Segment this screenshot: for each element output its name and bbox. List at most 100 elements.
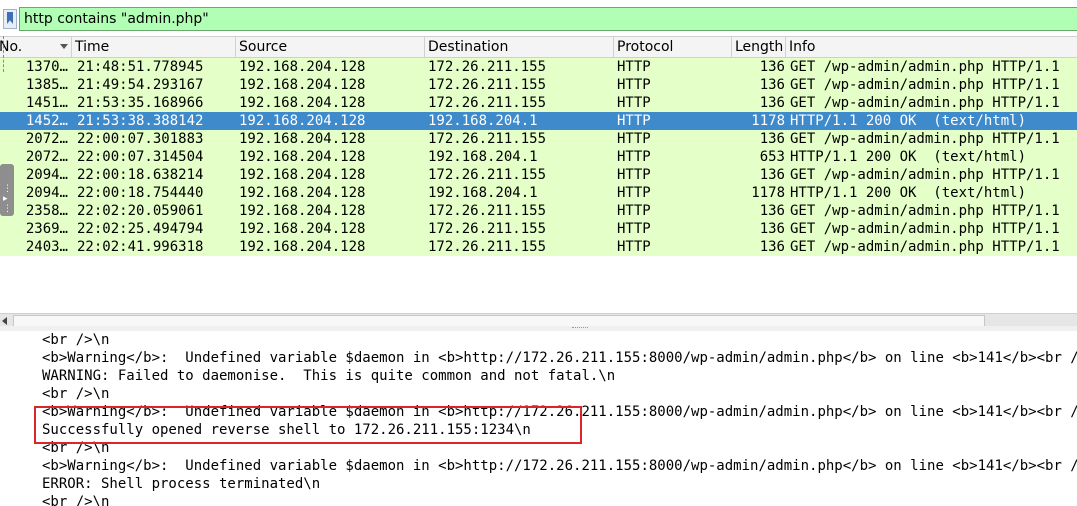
- packet-source: 192.168.204.128: [239, 167, 366, 183]
- packet-time: 22:02:25.494794: [77, 221, 204, 237]
- column-header-protocol[interactable]: Protocol: [614, 37, 732, 57]
- packet-source: 192.168.204.128: [239, 77, 366, 93]
- packet-list[interactable]: 1370… 21:48:51.778945 192.168.204.128 172.2…: [0, 58, 1077, 313]
- packet-source: 192.168.204.128: [239, 185, 366, 201]
- packet-protocol: HTTP: [617, 149, 651, 165]
- packet-length: 136: [759, 203, 785, 219]
- packet-length: 653: [759, 149, 785, 165]
- packet-destination: 192.168.204.1: [428, 149, 538, 165]
- column-header-time[interactable]: Time: [72, 37, 236, 57]
- table-row-selected[interactable]: 1452… 21:53:38.388142 192.168.204.128 192.1…: [0, 112, 1077, 130]
- sort-descending-icon: [60, 44, 68, 49]
- horizontal-scrollbar[interactable]: [0, 313, 1077, 327]
- packet-length: 136: [759, 95, 785, 111]
- packet-time: 22:02:41.996318: [77, 239, 204, 255]
- stream-text-line: WARNING: Failed to daemonise. This is qu…: [42, 368, 616, 384]
- packet-number: 2369…: [25, 221, 68, 237]
- packet-destination: 172.26.211.155: [428, 131, 547, 147]
- packet-source: 192.168.204.128: [239, 239, 366, 255]
- packet-info: HTTP/1.1 200 OK (text/html): [790, 149, 1027, 165]
- column-header-length[interactable]: Length: [732, 37, 786, 57]
- packet-number: 1452…: [25, 113, 68, 129]
- column-header-info[interactable]: Info: [786, 37, 1077, 57]
- table-row[interactable]: 2403… 22:02:41.996318 192.168.204.128 172.2…: [0, 238, 1077, 256]
- stream-text-line: <br />\n: [42, 386, 110, 402]
- packet-protocol: HTTP: [617, 113, 651, 129]
- packet-protocol: HTTP: [617, 59, 651, 75]
- packet-protocol: HTTP: [617, 185, 651, 201]
- packet-time: 21:49:54.293167: [77, 77, 204, 93]
- scroll-left-arrow-icon[interactable]: [2, 317, 7, 325]
- packet-time: 21:53:35.168966: [77, 95, 204, 111]
- packet-list-header: No. Time Source Destination Protocol Len…: [0, 36, 1077, 58]
- packet-info: GET /wp-admin/admin.php HTTP/1.1: [790, 131, 1060, 147]
- packet-destination: 172.26.211.155: [428, 167, 547, 183]
- packet-source: 192.168.204.128: [239, 149, 366, 165]
- display-filter-input[interactable]: http contains "admin.php": [19, 7, 1077, 31]
- packet-number: 1370…: [25, 59, 68, 75]
- packet-time: 22:00:07.314504: [77, 149, 204, 165]
- packet-protocol: HTTP: [617, 221, 651, 237]
- table-row[interactable]: 1370… 21:48:51.778945 192.168.204.128 172.2…: [0, 58, 1077, 76]
- packet-number: 2072…: [25, 131, 68, 147]
- packet-source: 192.168.204.128: [239, 221, 366, 237]
- packet-destination: 172.26.211.155: [428, 95, 547, 111]
- packet-time: 22:00:07.301883: [77, 131, 204, 147]
- table-row[interactable]: 2358… 22:02:20.059061 192.168.204.128 172.2…: [0, 202, 1077, 220]
- display-filter-bar: http contains "admin.php": [0, 7, 1077, 31]
- packet-length: 136: [759, 167, 785, 183]
- packet-info: GET /wp-admin/admin.php HTTP/1.1: [790, 203, 1060, 219]
- table-row[interactable]: 2094… 22:00:18.754440 192.168.204.128 192.1…: [0, 184, 1077, 202]
- packet-number: 1385…: [25, 77, 68, 93]
- packet-info: GET /wp-admin/admin.php HTTP/1.1: [790, 239, 1060, 255]
- packet-number: 1451…: [25, 95, 68, 111]
- packet-length: 1178: [751, 113, 785, 129]
- packet-info: GET /wp-admin/admin.php HTTP/1.1: [790, 59, 1060, 75]
- packet-info: GET /wp-admin/admin.php HTTP/1.1: [790, 167, 1060, 183]
- packet-info: GET /wp-admin/admin.php HTTP/1.1: [790, 95, 1060, 111]
- packet-destination: 172.26.211.155: [428, 239, 547, 255]
- packet-source: 192.168.204.128: [239, 113, 366, 129]
- stream-text-line: ERROR: Shell process terminated\n: [42, 476, 321, 492]
- packet-length: 136: [759, 221, 785, 237]
- packet-time: 22:00:18.638214: [77, 167, 204, 183]
- packet-protocol: HTTP: [617, 131, 651, 147]
- packet-destination: 172.26.211.155: [428, 221, 547, 237]
- table-row[interactable]: 1451… 21:53:35.168966 192.168.204.128 172.2…: [0, 94, 1077, 112]
- column-header-destination[interactable]: Destination: [425, 37, 614, 57]
- packet-info: HTTP/1.1 200 OK (text/html): [790, 113, 1027, 129]
- stream-text-line: <br />\n: [42, 494, 110, 506]
- packet-time: 22:02:20.059061: [77, 203, 204, 219]
- packet-number: 2403…: [25, 239, 68, 255]
- packet-source: 192.168.204.128: [239, 131, 366, 147]
- packet-length: 1178: [751, 185, 785, 201]
- packet-info: HTTP/1.1 200 OK (text/html): [790, 185, 1027, 201]
- column-header-source[interactable]: Source: [236, 37, 425, 57]
- stream-text-line: <br />\n: [42, 332, 110, 348]
- packet-protocol: HTTP: [617, 239, 651, 255]
- table-row[interactable]: 2369… 22:02:25.494794 192.168.204.128 172.2…: [0, 220, 1077, 238]
- table-row[interactable]: 2072… 22:00:07.314504 192.168.204.128 192.1…: [0, 148, 1077, 166]
- packet-protocol: HTTP: [617, 203, 651, 219]
- packet-protocol: HTTP: [617, 167, 651, 183]
- sidebar-toggle-handle[interactable]: ⋮ ▸ ⋮: [0, 164, 14, 216]
- packet-source: 192.168.204.128: [239, 203, 366, 219]
- packet-info: GET /wp-admin/admin.php HTTP/1.1: [790, 77, 1060, 93]
- annotation-highlight-box: [34, 406, 582, 444]
- packet-source: 192.168.204.128: [239, 59, 366, 75]
- packet-destination: 172.26.211.155: [428, 203, 547, 219]
- packet-time: 21:48:51.778945: [77, 59, 204, 75]
- table-row[interactable]: 2072… 22:00:07.301883 192.168.204.128 172.2…: [0, 130, 1077, 148]
- table-row[interactable]: 1385… 21:49:54.293167 192.168.204.128 172.2…: [0, 76, 1077, 94]
- packet-time: 21:53:38.388142: [77, 113, 204, 129]
- packet-destination: 192.168.204.1: [428, 113, 538, 129]
- packet-source: 192.168.204.128: [239, 95, 366, 111]
- packet-length: 136: [759, 77, 785, 93]
- packet-info: GET /wp-admin/admin.php HTTP/1.1: [790, 221, 1060, 237]
- bookmark-icon[interactable]: [3, 9, 17, 29]
- packet-destination: 172.26.211.155: [428, 59, 547, 75]
- stream-text-line: <b>Warning</b>: Undefined variable $daem…: [42, 458, 1077, 474]
- table-row[interactable]: 2094… 22:00:18.638214 192.168.204.128 172.2…: [0, 166, 1077, 184]
- packet-protocol: HTTP: [617, 95, 651, 111]
- packet-time: 22:00:18.754440: [77, 185, 204, 201]
